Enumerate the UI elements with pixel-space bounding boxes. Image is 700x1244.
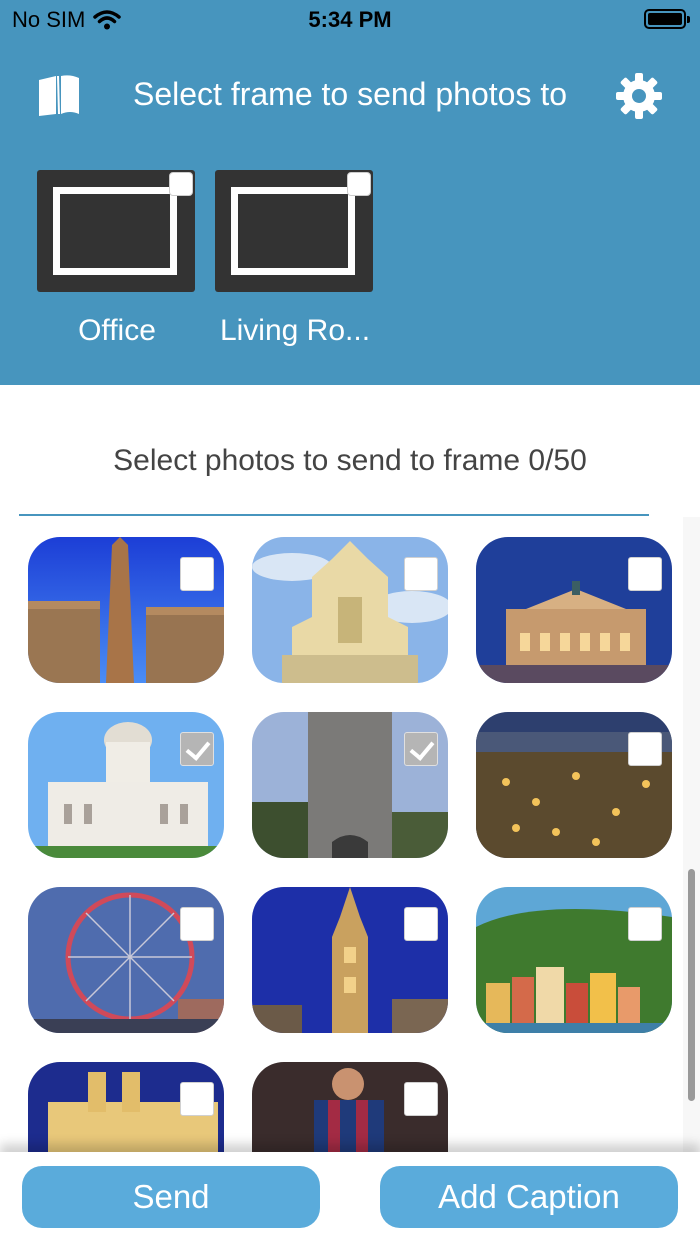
page-title: Select frame to send photos to [0,76,700,113]
add-caption-button[interactable]: Add Caption [380,1166,678,1228]
photo-checkbox[interactable] [404,1082,438,1116]
divider [19,514,649,516]
header-panel: No SIM 5:34 PM Select frame to send phot… [0,0,700,385]
frame-name: Living Ro... [219,314,371,347]
photo-checkbox[interactable] [404,732,438,766]
frame-screen [53,187,177,275]
clock: 5:34 PM [308,7,392,32]
battery-icon [644,9,690,29]
scrollbar-thumb[interactable] [688,869,695,1101]
photo-tile[interactable] [252,712,448,858]
photo-tile[interactable] [252,887,448,1033]
photo-tile[interactable] [28,537,224,683]
frame-office[interactable]: Office [37,170,197,348]
photo-count-label: Select photos to send to frame 0/50 [113,444,587,477]
send-button[interactable]: Send [22,1166,320,1228]
frame-checkbox[interactable] [169,172,193,196]
photo-tile[interactable] [28,887,224,1033]
status-bar: No SIM 5:34 PM [0,0,700,40]
frame-thumbnail[interactable] [215,170,373,292]
photo-tile[interactable] [28,712,224,858]
frame-thumbnail[interactable] [37,170,195,292]
photo-checkbox[interactable] [180,557,214,591]
photo-tile[interactable] [476,887,672,1033]
gear-icon[interactable] [614,71,664,121]
photo-checkbox[interactable] [628,907,662,941]
frame-screen [231,187,355,275]
photo-checkbox[interactable] [628,557,662,591]
frame-checkbox[interactable] [347,172,371,196]
photo-tile[interactable] [476,712,672,858]
photo-checkbox[interactable] [180,907,214,941]
photo-tile[interactable] [252,537,448,683]
scrollbar[interactable] [683,517,700,1153]
photo-tile[interactable] [476,537,672,683]
photo-checkbox[interactable] [404,557,438,591]
photo-grid[interactable] [0,517,700,1153]
photo-tile[interactable] [28,1062,224,1153]
photo-checkbox[interactable] [180,732,214,766]
frame-name: Office [78,314,156,347]
photo-checkbox[interactable] [180,1082,214,1116]
page-title-text: Select frame to send photos to [132,76,568,112]
frame-living-room[interactable]: Living Ro... [215,170,375,348]
photo-checkbox[interactable] [404,907,438,941]
photo-checkbox[interactable] [628,732,662,766]
photo-tile[interactable] [252,1062,448,1153]
